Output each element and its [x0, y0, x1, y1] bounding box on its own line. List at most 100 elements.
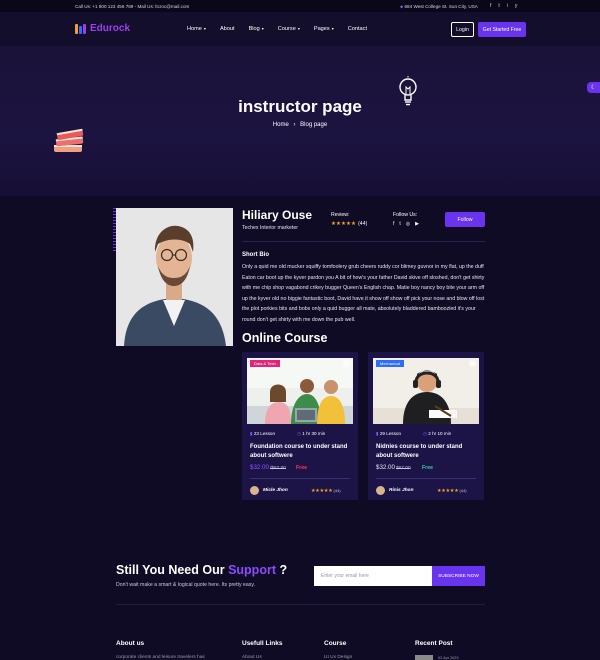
youtube-icon[interactable]: ▶ [415, 221, 419, 227]
lessons-text: 23 Lesson [253, 431, 276, 436]
footer-about-title: About us [116, 640, 145, 647]
rating-count: (44) [459, 488, 467, 493]
lessons-text: 29 Lesson [379, 431, 402, 436]
instagram-icon[interactable]: ◎ [406, 221, 410, 227]
lightbulb-icon [399, 76, 417, 106]
dark-mode-toggle[interactable]: ☾ [587, 82, 600, 93]
lessons-count: ▮ 29 Lesson [376, 431, 401, 437]
profile-divider [242, 241, 485, 242]
breadcrumb-home[interactable]: Home [273, 122, 289, 128]
facebook-icon[interactable]: f [490, 3, 491, 9]
books-illustration-icon [54, 128, 84, 152]
bio-title: Short Bio [242, 252, 269, 258]
page-title: instructor page [238, 97, 362, 116]
price-old: /$67.00 [269, 466, 286, 471]
footer-about-text: corporate clients and leisure travelers … [116, 655, 205, 660]
star-rating-icon: ★★★★★ [437, 489, 459, 494]
nav-item-contact[interactable]: Contact [348, 26, 367, 32]
clock-icon: ◷ [423, 431, 428, 436]
online-course-title: Online Course [242, 331, 328, 345]
footer-recent-title: Recent Post [415, 640, 453, 647]
instagram-icon[interactable]: i [507, 3, 508, 9]
follow-button[interactable]: Follow [445, 212, 485, 227]
chevron-down-icon: ▾ [331, 26, 334, 31]
nav-label: Blog [248, 26, 260, 32]
book-icon: ▮ [250, 431, 253, 436]
support-title-suffix: ? [279, 563, 288, 577]
email-field[interactable]: Enter your email here [314, 566, 432, 586]
instructor-photo [116, 208, 233, 346]
course-price: $32.00/$67.00 [250, 464, 286, 471]
nav-item-course[interactable]: Course ▾ [278, 26, 300, 32]
brand-logo[interactable]: Edurock [75, 23, 130, 34]
heart-icon[interactable]: ♡ [343, 360, 350, 367]
brand-name: Edurock [90, 23, 131, 34]
course-thumbnail [247, 358, 353, 424]
footer-course-link[interactable]: UI Ux Design [324, 655, 352, 660]
main-nav: Home ▾ About Blog ▾ Course ▾ Pages ▾ Contact [187, 26, 367, 32]
instructor-portrait-icon [116, 208, 233, 346]
nav-item-home[interactable]: Home ▾ [187, 26, 206, 32]
breadcrumb: Home › Blog page [0, 122, 600, 128]
course-title[interactable]: Foundation course to under stand about s… [250, 443, 354, 460]
avatar [376, 486, 385, 495]
chevron-down-icon: ▾ [203, 26, 206, 31]
price-current: $32.00 [376, 464, 395, 471]
star-rating-icon: ★★★★★ [331, 221, 357, 227]
site-header: Edurock Home ▾ About Blog ▾ Course ▾ Pages ▾… [0, 12, 600, 46]
course-card[interactable]: Mechanical ♡ ▮ 29 Lesson ◷ 2 hr 10 min N… [368, 352, 484, 500]
chevron-down-icon: ▾ [261, 26, 264, 31]
nav-label: Pages [313, 26, 330, 32]
nav-item-pages[interactable]: Pages ▾ [314, 26, 334, 32]
star-rating-icon: ★★★★★ [311, 489, 333, 494]
recent-post-thumbnail[interactable] [415, 655, 433, 660]
get-started-button[interactable]: Get Started Free [478, 22, 526, 37]
price-current: $32.00 [250, 464, 269, 471]
free-label: Free [422, 465, 433, 471]
category-badge[interactable]: Data & Tech [250, 360, 280, 367]
chevron-right-icon: › [293, 122, 296, 128]
author-name[interactable]: Micle Jhon [263, 488, 288, 493]
chevron-down-icon: ▾ [297, 26, 300, 31]
nav-item-about[interactable]: About [220, 26, 235, 32]
instructor-name: Hiliary Ouse [242, 208, 313, 222]
login-button[interactable]: Login [451, 22, 474, 37]
address-text: 684 West College St. Sun City, USA [404, 3, 478, 9]
course-duration: ◷ 2 hr 10 min [423, 431, 451, 437]
subscribe-button[interactable]: SUBSCRIBE NOW [432, 566, 485, 586]
review-label: Review: [331, 212, 350, 218]
follow-label: Follow Us: [393, 212, 418, 218]
facebook-icon[interactable]: f [393, 221, 394, 227]
nav-label: Home [187, 26, 202, 32]
support-subtitle: Don't wait make a smart & logical quote … [116, 582, 256, 588]
author-name[interactable]: Rinis Jhon [389, 488, 414, 493]
top-bar: Call Us: +1 800 123 456 789 - Mail Us: l… [0, 0, 600, 12]
duration-text: 1 hr 30 min [302, 431, 326, 436]
youtube-icon[interactable]: y [515, 3, 518, 9]
lessons-count: ▮ 23 Lesson [250, 431, 275, 437]
price-old: $67.00 [395, 466, 411, 471]
footer-links-title: Usefull Links [242, 640, 283, 647]
breadcrumb-current: Blog page [300, 122, 328, 128]
bio-text: Only a quid me old mucker squiffy tomfoo… [242, 264, 485, 323]
course-title[interactable]: Nidnies course to under stand about soft… [376, 443, 480, 460]
contact-info: Call Us: +1 800 123 456 789 - Mail Us: l… [75, 3, 190, 9]
support-title: Still You Need Our Support ? [116, 563, 287, 577]
twitter-icon[interactable]: t [399, 221, 400, 227]
book-icon: ▮ [376, 431, 379, 436]
topbar-social: f t i y [490, 3, 517, 9]
follow-social: f t ◎ ▶ [393, 221, 419, 227]
moon-icon: ☾ [590, 85, 597, 91]
nav-item-blog[interactable]: Blog ▾ [249, 26, 264, 32]
avatar [250, 486, 259, 495]
card-divider [376, 478, 476, 479]
course-card[interactable]: Data & Tech ♡ ▮ 23 Lesson ◷ 1 hr 30 min … [242, 352, 358, 500]
footer-link-about[interactable]: About Us [242, 655, 262, 660]
heart-icon[interactable]: ♡ [469, 360, 476, 367]
footer-course-title: Course [324, 640, 347, 647]
course-price: $32.00$67.00 [376, 464, 411, 471]
student-photo-icon [373, 358, 479, 424]
review-stars: ★★★★★ (44) [331, 221, 367, 227]
category-badge[interactable]: Mechanical [376, 360, 405, 367]
twitter-icon[interactable]: t [498, 3, 499, 9]
